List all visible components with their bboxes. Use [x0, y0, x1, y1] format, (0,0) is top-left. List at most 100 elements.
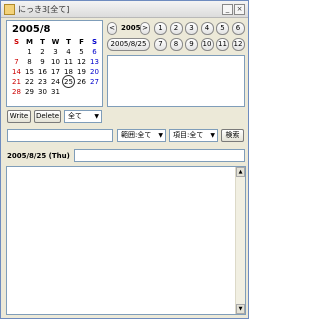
calendar-day-number: 22	[25, 78, 34, 86]
calendar-day[interactable]: 30	[36, 87, 49, 97]
calendar-grid: S M T W T F S 1 2 3 4 5 6 7 8 9 10 11 12 13 14 15 16 17 18 19 20 21…	[10, 37, 101, 97]
calendar-day-number: 15	[25, 68, 34, 76]
calendar-empty-cell	[62, 87, 75, 97]
scroll-down-icon[interactable]: ▼	[236, 304, 245, 314]
calendar-day[interactable]: 2	[36, 47, 49, 57]
month-button-6[interactable]: 6	[231, 22, 245, 35]
calendar-day-number: 20	[90, 68, 99, 76]
entry-date-label: 2005/8/25 (Thu)	[7, 152, 70, 160]
search-button[interactable]: 検索	[221, 129, 244, 142]
calendar-day[interactable]: 16	[36, 67, 49, 77]
calendar-day-number: 30	[38, 88, 47, 96]
calendar-day[interactable]: 20	[88, 67, 101, 77]
prev-year-button[interactable]: <	[107, 22, 117, 35]
calendar-day-number: 14	[12, 68, 21, 76]
chevron-down-icon: ▼	[94, 113, 99, 120]
calendar-day[interactable]: 29	[23, 87, 36, 97]
range-select-value: 範囲:全て	[121, 131, 152, 139]
month-button-5[interactable]: 5	[216, 22, 229, 35]
calendar-day[interactable]: 14	[10, 67, 23, 77]
item-select[interactable]: 項目:全て ▼	[169, 129, 218, 142]
calendar-day-number: 21	[12, 78, 21, 86]
calendar: 2005/8 S M T W T F S 1 2 3 4 5 6 7 8 9 10 11 12 13 14 15 16 17 1…	[6, 20, 103, 107]
day-detail-panel	[107, 55, 245, 107]
close-button[interactable]: ×	[234, 4, 245, 15]
calendar-day[interactable]: 19	[75, 67, 88, 77]
calendar-day-number: 1	[27, 48, 32, 56]
calendar-day[interactable]: 10	[49, 57, 62, 67]
calendar-day[interactable]: 28	[10, 87, 23, 97]
calendar-day[interactable]: 7	[10, 57, 23, 67]
calendar-day-number: 8	[27, 58, 32, 66]
calendar-day-number: 10	[51, 58, 60, 66]
month-button-2[interactable]: 2	[169, 22, 183, 35]
month-button-8[interactable]: 8	[169, 38, 183, 51]
calendar-day[interactable]: 26	[75, 77, 88, 87]
calendar-day[interactable]: 31	[49, 87, 62, 97]
chevron-down-icon: ▼	[210, 132, 215, 139]
month-button-12[interactable]: 12	[231, 38, 245, 51]
calendar-day[interactable]: 12	[75, 57, 88, 67]
calendar-title: 2005/8	[12, 24, 51, 35]
month-button-9[interactable]: 9	[185, 38, 198, 51]
calendar-day-number: 23	[38, 78, 47, 86]
calendar-day[interactable]: 11	[62, 57, 75, 67]
calendar-day[interactable]: 3	[49, 47, 62, 57]
calendar-day[interactable]: 5	[75, 47, 88, 57]
write-button[interactable]: Write	[7, 110, 31, 123]
weekday-header: T	[66, 38, 71, 46]
range-select[interactable]: 範囲:全て ▼	[117, 129, 166, 142]
calendar-empty-cell	[75, 87, 88, 97]
calendar-day[interactable]: 4	[62, 47, 75, 57]
calendar-day[interactable]: 21	[10, 77, 23, 87]
calendar-day[interactable]: 13	[88, 57, 101, 67]
entry-title-field[interactable]	[74, 149, 245, 162]
month-button-1[interactable]: 1	[154, 22, 167, 35]
minimize-button[interactable]: _	[222, 4, 233, 15]
entry-body-editor[interactable]: ▲ ▼	[6, 166, 246, 315]
calendar-day[interactable]: 27	[88, 77, 101, 87]
calendar-day-number: 13	[90, 58, 99, 66]
calendar-day[interactable]: 8	[23, 57, 36, 67]
calendar-day-number: 7	[14, 58, 19, 66]
notebook-icon	[4, 4, 15, 15]
calendar-empty-cell	[10, 47, 23, 57]
delete-button[interactable]: Delete	[34, 110, 61, 123]
current-date-button[interactable]: 2005/8/25	[107, 38, 150, 51]
weekday-header: S	[91, 38, 98, 46]
calendar-day[interactable]: 23	[36, 77, 49, 87]
calendar-day-number: 17	[51, 68, 60, 76]
calendar-day[interactable]: 25	[62, 75, 75, 88]
calendar-day-number: 5	[79, 48, 84, 56]
scroll-up-icon[interactable]: ▲	[236, 167, 245, 177]
month-button-11[interactable]: 11	[216, 38, 229, 51]
calendar-day-number: 16	[38, 68, 47, 76]
calendar-day-number: 27	[90, 78, 99, 86]
category-filter-value: 全て	[68, 112, 82, 120]
month-button-4[interactable]: 4	[200, 22, 214, 35]
month-button-3[interactable]: 3	[185, 22, 198, 35]
item-select-value: 項目:全て	[173, 131, 204, 139]
calendar-day-number: 26	[77, 78, 86, 86]
title-bar[interactable]: にっき3[全て] _ ×	[1, 1, 248, 18]
calendar-day[interactable]: 24	[49, 77, 62, 87]
weekday-header: W	[51, 38, 60, 46]
year-label: 2005	[121, 24, 141, 32]
weekday-header: M	[26, 38, 33, 46]
calendar-day-number: 9	[40, 58, 45, 66]
month-button-10[interactable]: 10	[200, 38, 214, 51]
category-filter-select[interactable]: 全て ▼	[64, 110, 102, 123]
calendar-day-number: 2	[40, 48, 45, 56]
calendar-day[interactable]: 9	[36, 57, 49, 67]
calendar-day[interactable]: 15	[23, 67, 36, 77]
calendar-day[interactable]: 6	[88, 47, 101, 57]
calendar-day[interactable]: 22	[23, 77, 36, 87]
calendar-day[interactable]: 17	[49, 67, 62, 77]
scrollbar[interactable]: ▲ ▼	[235, 167, 245, 314]
calendar-day[interactable]: 1	[23, 47, 36, 57]
month-button-7[interactable]: 7	[154, 38, 167, 51]
chevron-down-icon: ▼	[158, 132, 163, 139]
next-year-button[interactable]: >	[140, 22, 150, 35]
calendar-day-number: 29	[25, 88, 34, 96]
search-input[interactable]	[7, 129, 113, 142]
